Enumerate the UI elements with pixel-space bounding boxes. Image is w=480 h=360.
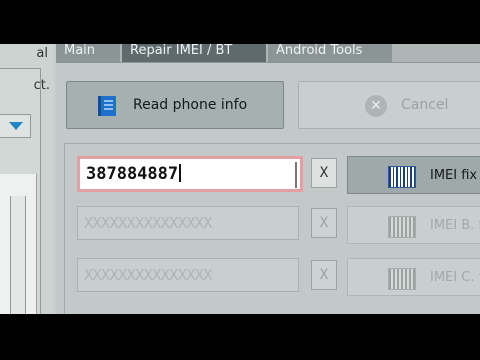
imei-b-field: XXXXXXXXXXXXXXX: [77, 206, 299, 240]
clear-imei-c-button: X: [311, 260, 337, 290]
left-panel-label: ct.: [33, 78, 50, 93]
imei-row: XXXXXXXXXXXXXXX X IMEI C. fix: [77, 258, 480, 296]
imei-c-fix-button: IMEI C. fix: [347, 258, 480, 296]
app-window: al ct. Main Repair IMEI / BT Android Too…: [0, 44, 480, 314]
repair-panel: Read phone info ✕ Cancel 387884887 X IME…: [56, 62, 480, 314]
imei-row: XXXXXXXXXXXXXXX X IMEI B. fix: [77, 206, 480, 244]
clear-imei-button[interactable]: X: [311, 158, 337, 188]
input-divider: [295, 162, 297, 188]
imei-c-fix-label: IMEI C. fix: [430, 270, 480, 285]
close-icon: ✕: [365, 95, 387, 117]
imei-b-fix-label: IMEI B. fix: [430, 218, 480, 233]
imei-group: 387884887 X IMEI fix XXXXXXXXXXXXXXX X I…: [64, 143, 480, 314]
left-side-panel: al ct.: [0, 44, 54, 314]
tab-repair-imei-bt[interactable]: Repair IMEI / BT: [122, 44, 266, 62]
text-caret: [179, 164, 182, 182]
imei-b-fix-button: IMEI B. fix: [347, 206, 480, 244]
barcode-icon: [388, 166, 416, 188]
cancel-button[interactable]: ✕ Cancel: [298, 81, 480, 129]
imei-value: 387884887: [86, 164, 179, 184]
imei-fix-label: IMEI fix: [430, 168, 478, 183]
tab-android-tools[interactable]: Android Tools: [268, 44, 392, 62]
imei-field[interactable]: 387884887: [77, 156, 303, 192]
read-phone-info-button[interactable]: Read phone info: [66, 81, 284, 129]
tab-main[interactable]: Main: [56, 44, 120, 62]
imei-fix-button[interactable]: IMEI fix: [347, 156, 480, 194]
imei-row: 387884887 X IMEI fix: [77, 156, 480, 194]
clear-imei-b-button: X: [311, 208, 337, 238]
dropdown-arrow-icon[interactable]: [0, 114, 31, 138]
left-panel-scrollbar[interactable]: [10, 196, 26, 314]
imei-c-field: XXXXXXXXXXXXXXX: [77, 258, 299, 292]
cancel-label: Cancel: [401, 97, 449, 113]
tab-bar: Main Repair IMEI / BT Android Tools: [56, 44, 480, 62]
read-phone-info-label: Read phone info: [133, 97, 248, 113]
barcode-icon: [388, 268, 416, 290]
barcode-icon: [388, 216, 416, 238]
left-panel-title: al: [36, 46, 48, 61]
book-icon: [98, 96, 116, 116]
